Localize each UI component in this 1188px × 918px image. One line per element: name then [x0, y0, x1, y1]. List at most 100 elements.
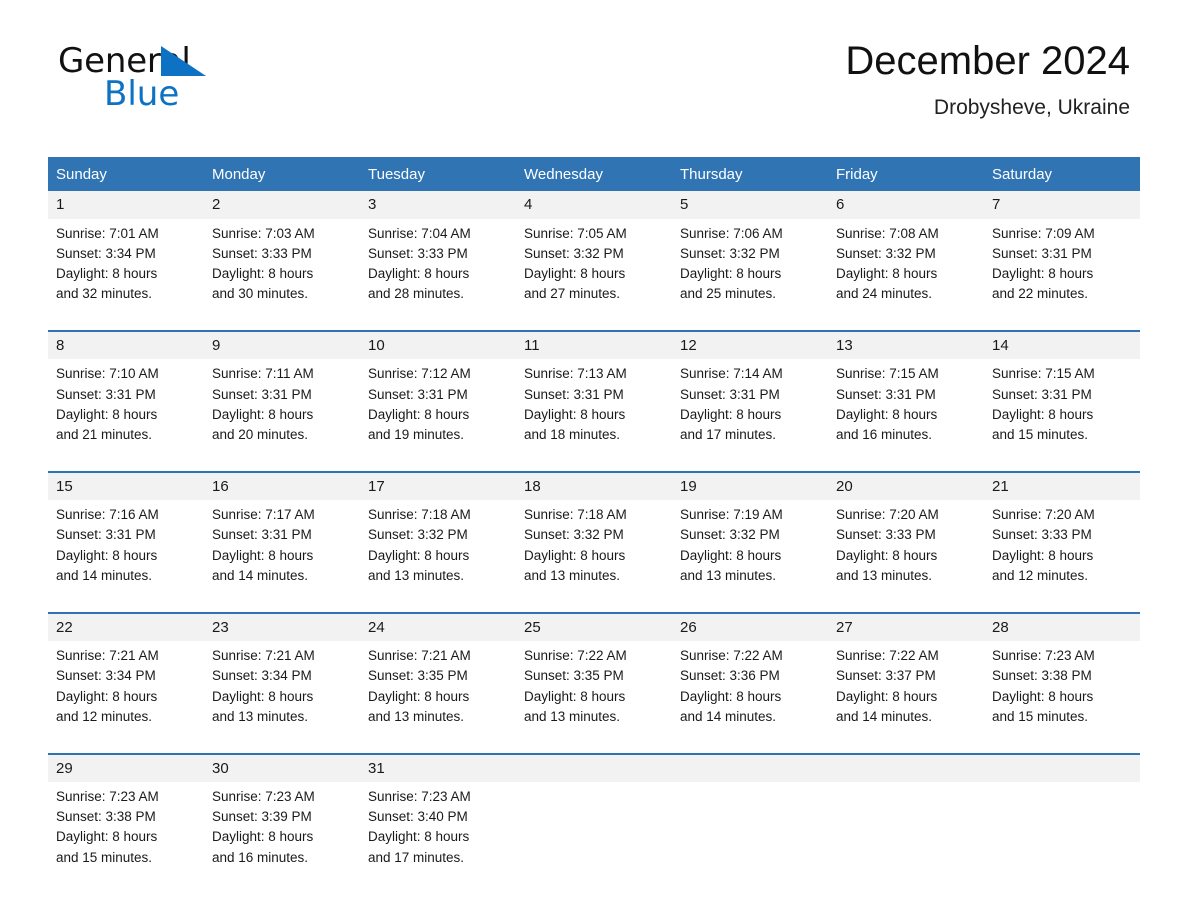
daylight-text-line1: Daylight: 8 hours	[56, 829, 158, 845]
daylight-text-line2: and 15 minutes.	[992, 426, 1089, 442]
day-detail-cell: Sunrise: 7:22 AM Sunset: 3:36 PM Dayligh…	[672, 641, 828, 754]
sunrise-text: Sunrise: 7:22 AM	[524, 648, 627, 664]
day-number-cell[interactable]: 21	[984, 470, 1140, 501]
sunset-text: Sunset: 3:31 PM	[56, 386, 156, 402]
daylight-text-line2: and 15 minutes.	[992, 708, 1089, 724]
daylight-text-line1: Daylight: 8 hours	[524, 688, 626, 704]
day-detail-cell: Sunrise: 7:21 AM Sunset: 3:34 PM Dayligh…	[48, 641, 204, 754]
daylight-text-line2: and 13 minutes.	[212, 708, 309, 724]
day-number-cell[interactable]: 18	[516, 470, 672, 501]
day-number-cell[interactable]: 7	[984, 191, 1140, 219]
day-number-cell[interactable]: 12	[672, 329, 828, 360]
daylight-text-line2: and 21 minutes.	[56, 426, 153, 442]
sunset-text: Sunset: 3:31 PM	[212, 527, 312, 543]
day-detail-cell-empty	[984, 782, 1140, 894]
daylight-text-line2: and 16 minutes.	[212, 849, 309, 865]
daylight-text-line2: and 12 minutes.	[56, 708, 153, 724]
daylight-text-line1: Daylight: 8 hours	[212, 829, 314, 845]
sunset-text: Sunset: 3:35 PM	[368, 668, 468, 684]
sunrise-text: Sunrise: 7:05 AM	[524, 225, 627, 241]
day-detail-cell: Sunrise: 7:23 AM Sunset: 3:40 PM Dayligh…	[360, 782, 516, 894]
sunrise-text: Sunrise: 7:09 AM	[992, 225, 1095, 241]
sunset-text: Sunset: 3:31 PM	[524, 386, 624, 402]
sunset-text: Sunset: 3:32 PM	[524, 527, 624, 543]
day-number-cell[interactable]: 8	[48, 329, 204, 360]
daylight-text-line2: and 16 minutes.	[836, 426, 933, 442]
calendar-week-3: 15 16 17 18 19 20 21 Sunrise: 7:16 AM Su…	[48, 470, 1140, 613]
day-detail-cell: Sunrise: 7:06 AM Sunset: 3:32 PM Dayligh…	[672, 218, 828, 331]
daylight-text-line1: Daylight: 8 hours	[368, 829, 470, 845]
day-detail-cell: Sunrise: 7:15 AM Sunset: 3:31 PM Dayligh…	[828, 359, 984, 472]
weekday-header-saturday: Saturday	[984, 157, 1140, 191]
day-number-cell[interactable]: 10	[360, 329, 516, 360]
day-number-cell[interactable]: 6	[828, 191, 984, 219]
day-detail-cell: Sunrise: 7:13 AM Sunset: 3:31 PM Dayligh…	[516, 359, 672, 472]
day-number-cell[interactable]: 15	[48, 470, 204, 501]
week-2-details: Sunrise: 7:10 AM Sunset: 3:31 PM Dayligh…	[48, 359, 1140, 472]
daylight-text-line1: Daylight: 8 hours	[524, 547, 626, 563]
weekday-header-friday: Friday	[828, 157, 984, 191]
day-detail-cell: Sunrise: 7:16 AM Sunset: 3:31 PM Dayligh…	[48, 500, 204, 613]
day-number-cell[interactable]: 4	[516, 191, 672, 219]
day-detail-cell: Sunrise: 7:04 AM Sunset: 3:33 PM Dayligh…	[360, 218, 516, 331]
daylight-text-line2: and 30 minutes.	[212, 285, 309, 301]
day-detail-cell: Sunrise: 7:15 AM Sunset: 3:31 PM Dayligh…	[984, 359, 1140, 472]
day-number-cell[interactable]: 26	[672, 611, 828, 642]
daylight-text-line1: Daylight: 8 hours	[56, 688, 158, 704]
sunset-text: Sunset: 3:31 PM	[836, 386, 936, 402]
daylight-text-line1: Daylight: 8 hours	[368, 688, 470, 704]
sunrise-text: Sunrise: 7:18 AM	[524, 507, 627, 523]
daylight-text-line1: Daylight: 8 hours	[56, 265, 158, 281]
daylight-text-line2: and 14 minutes.	[680, 708, 777, 724]
day-number-cell[interactable]: 22	[48, 611, 204, 642]
week-2-daynumbers: 8 9 10 11 12 13 14	[48, 329, 1140, 360]
day-number-cell[interactable]: 13	[828, 329, 984, 360]
day-number-cell[interactable]: 29	[48, 752, 204, 783]
sunrise-text: Sunrise: 7:23 AM	[56, 789, 159, 805]
day-detail-cell: Sunrise: 7:23 AM Sunset: 3:39 PM Dayligh…	[204, 782, 360, 894]
day-number-cell[interactable]: 27	[828, 611, 984, 642]
daylight-text-line1: Daylight: 8 hours	[368, 547, 470, 563]
day-number-cell[interactable]: 3	[360, 191, 516, 219]
sunset-text: Sunset: 3:31 PM	[212, 386, 312, 402]
generalblue-logo[interactable]: General Blue	[58, 44, 288, 120]
day-detail-cell: Sunrise: 7:01 AM Sunset: 3:34 PM Dayligh…	[48, 218, 204, 331]
sunset-text: Sunset: 3:31 PM	[368, 386, 468, 402]
sunrise-text: Sunrise: 7:15 AM	[992, 366, 1095, 382]
sunset-text: Sunset: 3:37 PM	[836, 668, 936, 684]
day-number-cell[interactable]: 25	[516, 611, 672, 642]
day-number-cell[interactable]: 28	[984, 611, 1140, 642]
daylight-text-line2: and 13 minutes.	[524, 567, 621, 583]
day-number-cell[interactable]: 31	[360, 752, 516, 783]
week-1-daynumbers: 1 2 3 4 5 6 7	[48, 191, 1140, 219]
day-number-cell[interactable]: 17	[360, 470, 516, 501]
day-number-cell[interactable]: 24	[360, 611, 516, 642]
day-number-cell[interactable]: 30	[204, 752, 360, 783]
day-number-cell[interactable]: 1	[48, 191, 204, 219]
daylight-text-line1: Daylight: 8 hours	[836, 547, 938, 563]
daylight-text-line1: Daylight: 8 hours	[836, 265, 938, 281]
day-detail-cell: Sunrise: 7:12 AM Sunset: 3:31 PM Dayligh…	[360, 359, 516, 472]
day-number-cell-empty	[828, 752, 984, 783]
daylight-text-line2: and 25 minutes.	[680, 285, 777, 301]
sunset-text: Sunset: 3:34 PM	[56, 668, 156, 684]
day-number-cell[interactable]: 23	[204, 611, 360, 642]
day-number-cell[interactable]: 11	[516, 329, 672, 360]
day-detail-cell: Sunrise: 7:21 AM Sunset: 3:35 PM Dayligh…	[360, 641, 516, 754]
day-number-cell[interactable]: 14	[984, 329, 1140, 360]
daylight-text-line1: Daylight: 8 hours	[680, 547, 782, 563]
day-number-cell[interactable]: 5	[672, 191, 828, 219]
day-number-cell[interactable]: 9	[204, 329, 360, 360]
day-number-cell[interactable]: 19	[672, 470, 828, 501]
day-detail-cell: Sunrise: 7:20 AM Sunset: 3:33 PM Dayligh…	[828, 500, 984, 613]
day-detail-cell: Sunrise: 7:21 AM Sunset: 3:34 PM Dayligh…	[204, 641, 360, 754]
calendar-week-4: 22 23 24 25 26 27 28 Sunrise: 7:21 AM Su…	[48, 611, 1140, 754]
week-4-daynumbers: 22 23 24 25 26 27 28	[48, 611, 1140, 642]
daylight-text-line2: and 13 minutes.	[368, 567, 465, 583]
daylight-text-line1: Daylight: 8 hours	[836, 688, 938, 704]
day-number-cell[interactable]: 20	[828, 470, 984, 501]
day-number-cell[interactable]: 16	[204, 470, 360, 501]
daylight-text-line2: and 12 minutes.	[992, 567, 1089, 583]
day-number-cell[interactable]: 2	[204, 191, 360, 219]
sunrise-text: Sunrise: 7:10 AM	[56, 366, 159, 382]
